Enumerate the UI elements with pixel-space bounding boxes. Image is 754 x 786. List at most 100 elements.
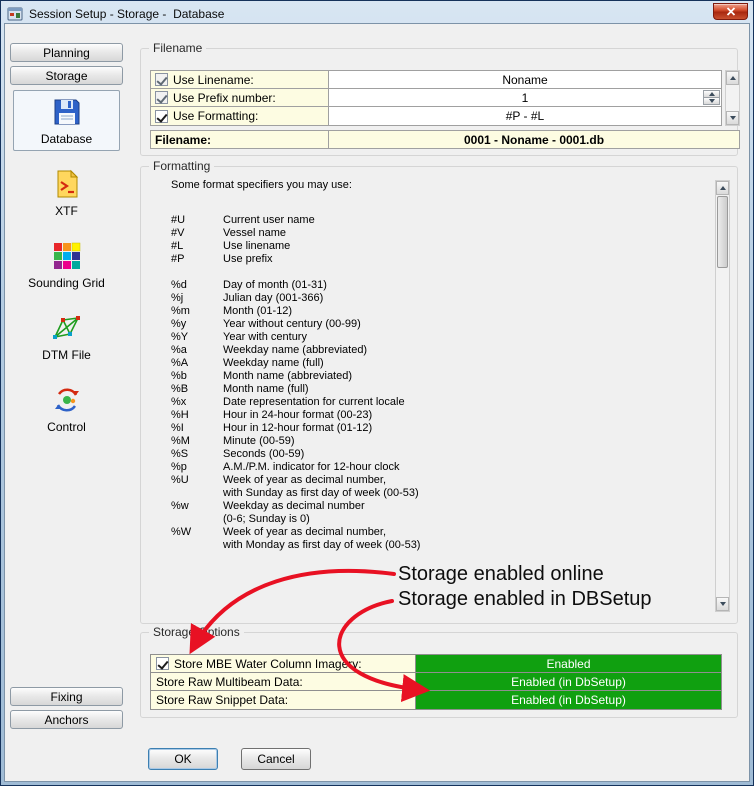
row-label: Store Raw Snippet Data:: [156, 693, 288, 707]
specifier-code: #U: [171, 214, 223, 227]
specifier-desc: Weekday name (full): [223, 357, 324, 370]
cancel-button[interactable]: Cancel: [241, 748, 311, 770]
snippet-status-cell: Enabled (in DbSetup): [416, 691, 721, 709]
row-label: Store Raw Multibeam Data:: [156, 675, 303, 689]
prefix-value-cell[interactable]: 1: [329, 89, 721, 106]
down-arrow-icon: [720, 602, 726, 606]
window-title: Session Setup - Storage - Database: [29, 7, 224, 21]
spinner-up-button[interactable]: [703, 90, 720, 98]
up-arrow-icon: [709, 92, 715, 96]
format-specifier-row: %YYear with century: [171, 331, 697, 344]
session-setup-dialog: Session Setup - Storage - Database Plann…: [0, 0, 754, 786]
formatting-group-legend: Formatting: [149, 159, 214, 173]
sidebar-button-anchors[interactable]: Anchors: [10, 710, 123, 729]
use-formatting-label-cell: Use Formatting:: [151, 107, 329, 125]
scrollbar-thumb[interactable]: [717, 196, 728, 268]
sidebar-item-xtf[interactable]: XTF: [13, 162, 120, 223]
filename-group: Filename Use Linename: Noname Use Prefix…: [140, 48, 738, 156]
specifier-code: %w: [171, 500, 223, 526]
format-specifier-row: %yYear without century (00-99): [171, 318, 697, 331]
titlebar: Session Setup - Storage - Database: [4, 4, 750, 23]
dtm-network-icon: [51, 312, 83, 344]
specifier-code: %A: [171, 357, 223, 370]
format-specifier-row: #UCurrent user name: [171, 214, 697, 227]
storage-options-table: Store MBE Water Column Imagery: Enabled …: [150, 654, 722, 710]
specifier-code: %a: [171, 344, 223, 357]
table-row: Store MBE Water Column Imagery: Enabled: [151, 655, 721, 673]
specifier-desc: Hour in 12-hour format (01-12): [223, 422, 372, 435]
specifier-desc: Month name (full): [223, 383, 309, 396]
format-specifier-row: %UWeek of year as decimal number, with S…: [171, 474, 697, 500]
filename-table-scrollbar: [725, 70, 740, 126]
format-specifier-row: %mMonth (01-12): [171, 305, 697, 318]
wci-status-cell: Enabled: [416, 655, 721, 672]
specifier-code: %p: [171, 461, 223, 474]
scrollbar-down-button[interactable]: [726, 111, 739, 125]
format-specifier-row: %HHour in 24-hour format (00-23): [171, 409, 697, 422]
format-specifier-row: %aWeekday name (abbreviated): [171, 344, 697, 357]
multibeam-status-cell: Enabled (in DbSetup): [416, 673, 721, 690]
specifier-code: %U: [171, 474, 223, 500]
specifier-desc: Use linename: [223, 240, 290, 253]
scrollbar-down-button[interactable]: [716, 597, 729, 611]
specifier-code: [171, 266, 223, 279]
specifier-code: %H: [171, 409, 223, 422]
linename-value-cell[interactable]: Noname: [329, 71, 721, 88]
store-wci-checkbox[interactable]: [156, 657, 169, 670]
sidebar-item-control[interactable]: Control: [13, 378, 120, 439]
filename-label-cell: Filename:: [151, 131, 329, 148]
specifier-code: %y: [171, 318, 223, 331]
formatting-scrollbar: [715, 180, 730, 612]
specifier-desc: A.M./P.M. indicator for 12-hour clock: [223, 461, 399, 474]
specifier-code: %B: [171, 383, 223, 396]
sidebar-button-storage[interactable]: Storage: [10, 66, 123, 85]
store-multibeam-label-cell: Store Raw Multibeam Data:: [151, 673, 416, 690]
formatting-value-cell[interactable]: #P - #L: [329, 107, 721, 125]
row-label: Filename:: [155, 133, 211, 147]
specifier-desc: Month name (abbreviated): [223, 370, 352, 383]
specifier-desc: Month (01-12): [223, 305, 292, 318]
use-linename-checkbox[interactable]: [155, 73, 168, 86]
specifier-code: %Y: [171, 331, 223, 344]
specifier-desc: Year without century (00-99): [223, 318, 361, 331]
spinner-down-button[interactable]: [703, 98, 720, 105]
format-specifier-row: %wWeekday as decimal number (0-6; Sunday…: [171, 500, 697, 526]
sidebar-item-label: XTF: [55, 204, 78, 218]
up-arrow-icon: [720, 186, 726, 190]
specifier-desc: Minute (00-59): [223, 435, 295, 448]
format-specifier-row: [171, 266, 697, 279]
sidebar-item-sounding-grid[interactable]: Sounding Grid: [13, 234, 120, 295]
prefix-number-stepper: [703, 90, 720, 105]
specifier-desc: Seconds (00-59): [223, 448, 304, 461]
filename-value-cell: 0001 - Noname - 0001.db: [329, 131, 739, 148]
format-specifier-row: #VVessel name: [171, 227, 697, 240]
annotation-storage-enabled-dbsetup: Storage enabled in DBSetup: [398, 588, 652, 611]
annotation-storage-enabled-online: Storage enabled online: [398, 563, 604, 586]
use-linename-label-cell: Use Linename:: [151, 71, 329, 88]
close-button[interactable]: [713, 3, 748, 20]
sidebar-item-dtm-file[interactable]: DTM File: [13, 306, 120, 367]
specifier-desc: Vessel name: [223, 227, 286, 240]
prefix-number-value: 1: [522, 91, 529, 105]
scrollbar-up-button[interactable]: [716, 181, 729, 195]
up-arrow-icon: [730, 76, 736, 80]
storage-options-group: Storage Options Store MBE Water Column I…: [140, 632, 738, 718]
specifier-code: #L: [171, 240, 223, 253]
sidebar-item-label: DTM File: [42, 348, 91, 362]
scrollbar-up-button[interactable]: [726, 71, 739, 85]
sidebar-item-database[interactable]: Database: [13, 90, 120, 151]
use-prefix-checkbox[interactable]: [155, 91, 168, 104]
specifier-desc: Julian day (001-366): [223, 292, 323, 305]
control-icon: [51, 384, 83, 416]
sidebar-button-fixing[interactable]: Fixing: [10, 687, 123, 706]
ok-button[interactable]: OK: [148, 748, 218, 770]
storage-options-legend: Storage Options: [149, 625, 244, 639]
format-specifier-row: #PUse prefix: [171, 253, 697, 266]
filename-result-row: Filename: 0001 - Noname - 0001.db: [150, 130, 740, 149]
use-formatting-checkbox[interactable]: [155, 110, 168, 123]
specifier-desc: Week of year as decimal number, with Sun…: [223, 474, 419, 500]
sidebar-button-planning[interactable]: Planning: [10, 43, 123, 62]
specifier-code: %j: [171, 292, 223, 305]
format-specifier-list: Some format specifiers you may use: #UCu…: [171, 179, 697, 552]
specifier-code: #V: [171, 227, 223, 240]
